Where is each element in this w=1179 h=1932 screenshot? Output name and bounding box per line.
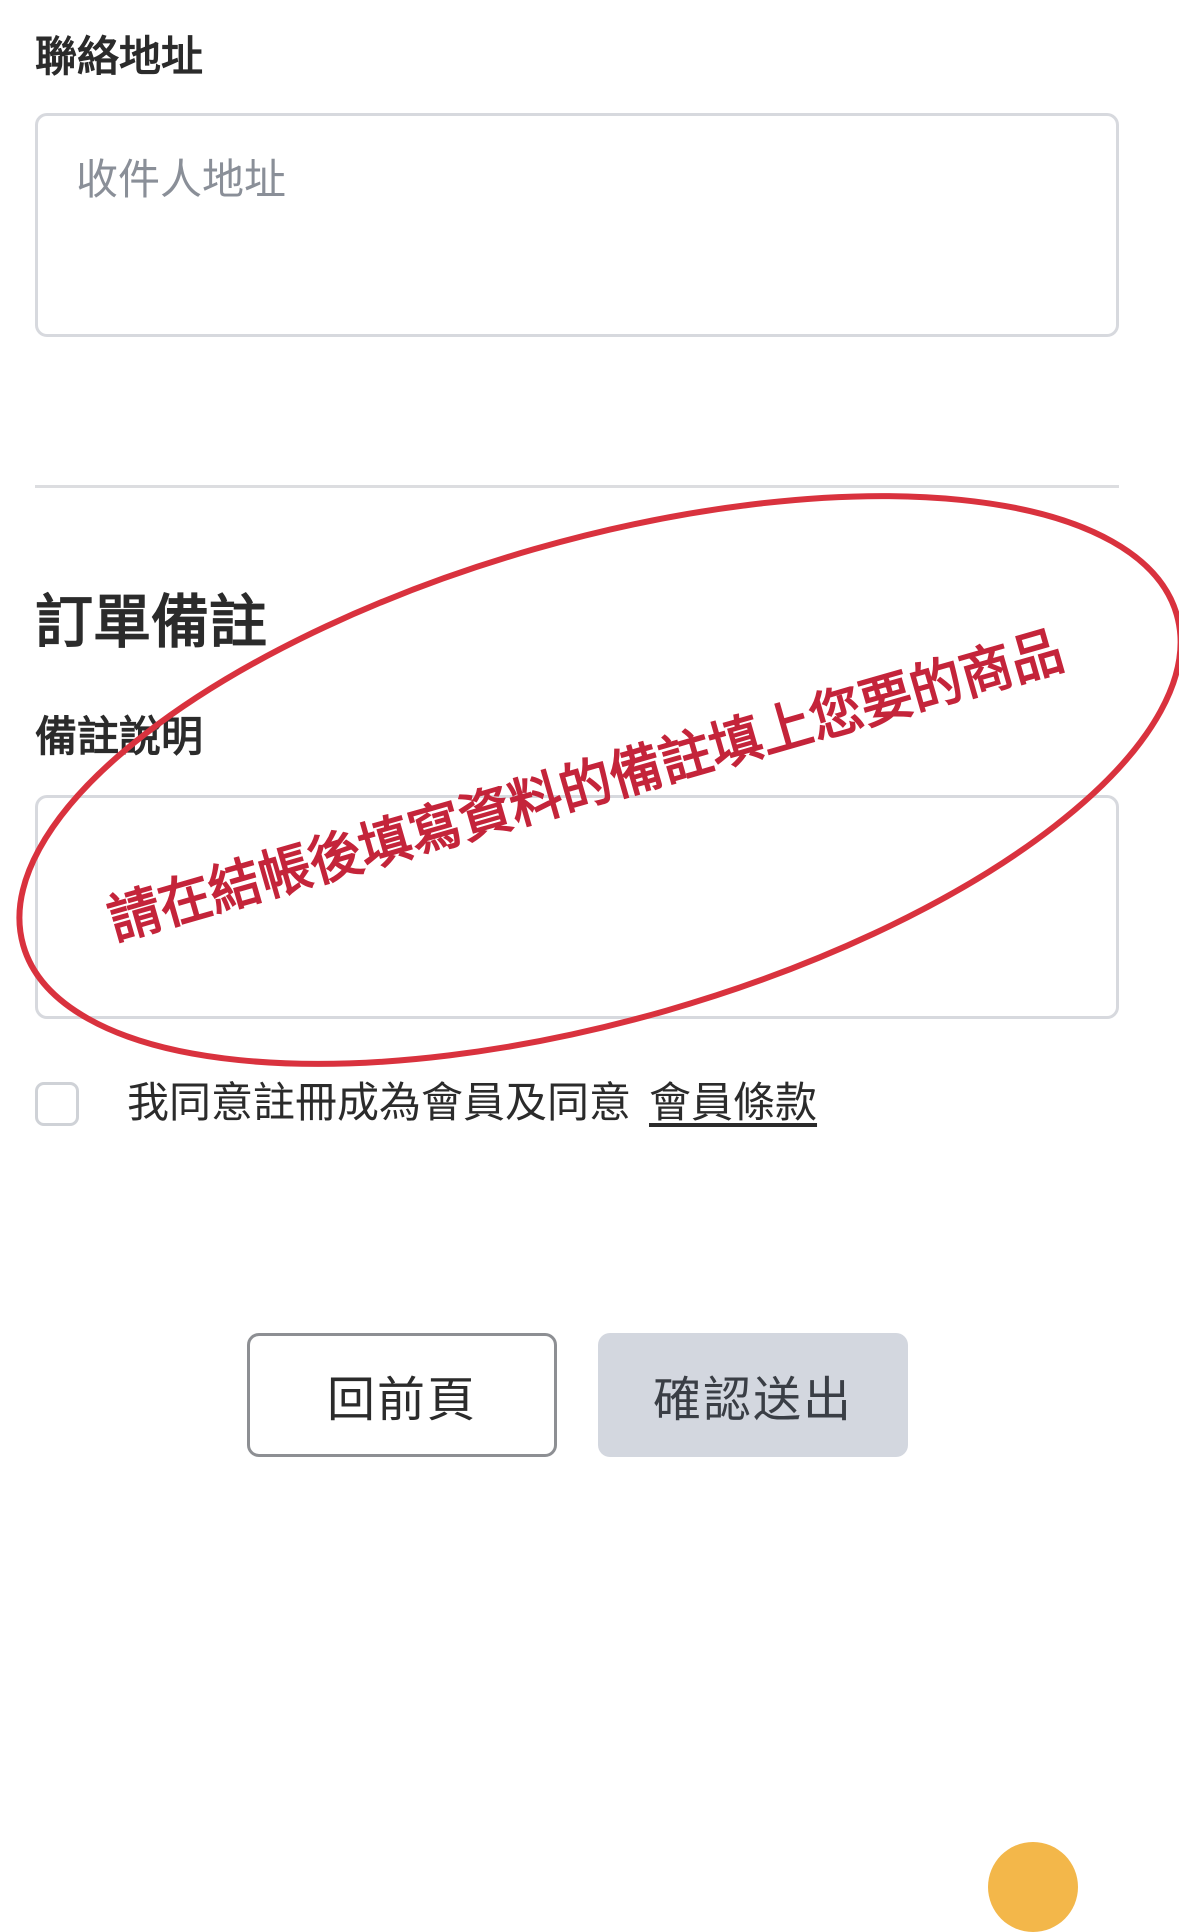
member-terms-link[interactable]: 會員條款 <box>649 1078 817 1127</box>
section-divider <box>35 485 1119 488</box>
contact-address-label: 聯絡地址 <box>35 32 204 81</box>
floating-action-button[interactable] <box>988 1842 1078 1932</box>
agree-checkbox[interactable] <box>35 1082 79 1126</box>
contact-address-input[interactable]: 收件人地址 <box>35 113 1119 337</box>
note-description-label: 備註說明 <box>35 712 204 761</box>
contact-address-placeholder: 收件人地址 <box>76 155 287 204</box>
agree-text: 我同意註冊成為會員及同意 <box>127 1078 632 1127</box>
note-description-input[interactable] <box>35 795 1119 1019</box>
back-button[interactable]: 回前頁 <box>247 1333 557 1457</box>
agree-row: 我同意註冊成為會員及同意 會員條款 <box>127 1078 817 1127</box>
annotation-ellipse <box>16 493 1179 1067</box>
order-notes-title: 訂單備註 <box>35 588 268 656</box>
submit-button[interactable]: 確認送出 <box>598 1333 908 1457</box>
